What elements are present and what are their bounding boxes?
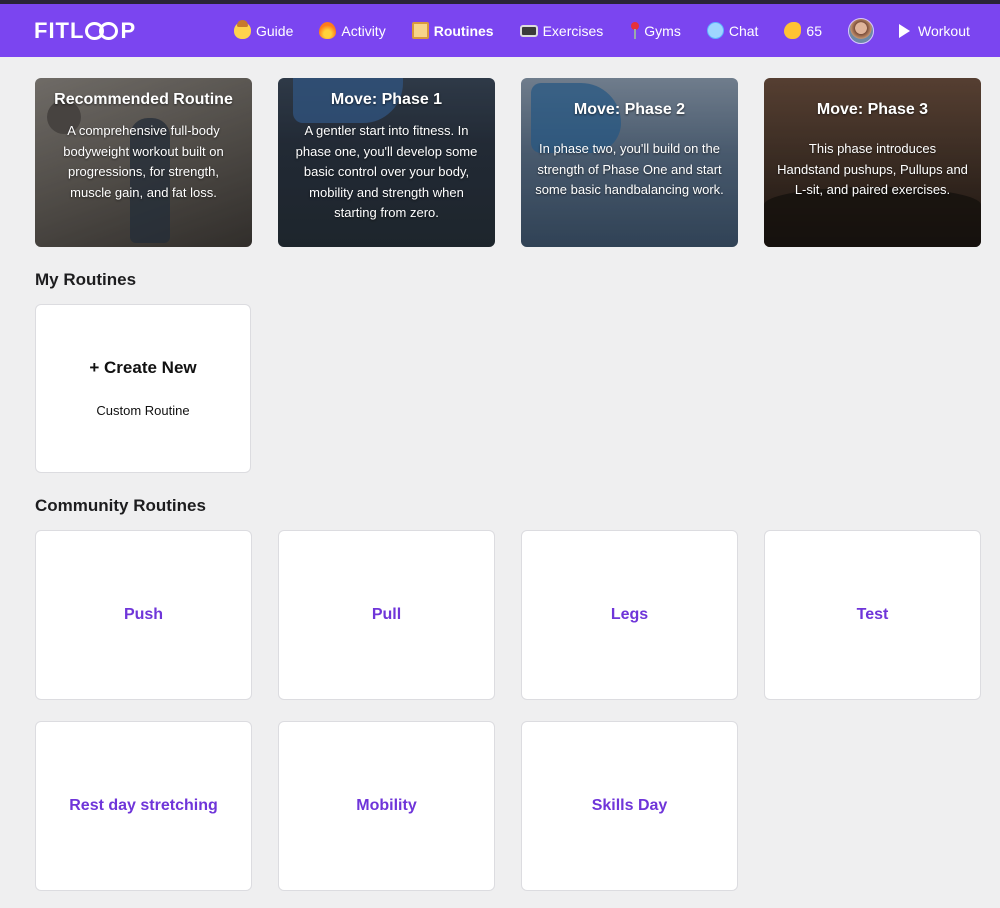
featured-card-desc: A comprehensive full-body bodyweight wor…	[63, 123, 224, 200]
nav-item-exercises[interactable]: Exercises	[519, 22, 604, 39]
scroll-icon	[411, 22, 429, 39]
nav-label-workout: Workout	[918, 22, 970, 39]
routine-name: Pull	[371, 606, 402, 623]
community-routines-heading: Community Routines	[35, 496, 206, 515]
routine-name: Push	[123, 606, 164, 623]
nav-item-chat[interactable]: Chat	[706, 22, 759, 39]
featured-card-title: Move: Phase 1	[330, 91, 443, 108]
my-routines-heading: My Routines	[35, 270, 137, 289]
nav-label-exercises: Exercises	[542, 22, 604, 39]
featured-card-desc: In phase two, you'll build on the streng…	[535, 141, 724, 197]
flexed-bicep-icon	[784, 22, 802, 39]
level-count: 65	[806, 22, 822, 39]
nav-item-level[interactable]: 65	[784, 22, 822, 39]
map-pin-icon	[629, 22, 640, 39]
video-icon	[519, 24, 538, 37]
nav-label-chat: Chat	[728, 22, 759, 39]
fire-icon	[319, 22, 337, 39]
nav-label-activity: Activity	[341, 22, 386, 39]
guide-emoji-icon	[234, 20, 251, 39]
nav-item-workout[interactable]: Workout	[899, 23, 970, 39]
create-new-label: + Create New	[89, 358, 197, 377]
nav-label-gyms: Gyms	[644, 22, 681, 39]
chat-bubble-icon	[706, 22, 724, 39]
routine-name: Mobility	[356, 797, 417, 814]
featured-card-phase-3[interactable]: Move: Phase 3 This phase introduces Hand…	[764, 78, 981, 247]
featured-card-title: Recommended Routine	[54, 91, 233, 108]
fitloop-logo[interactable]: FITL P	[34, 18, 136, 44]
top-navbar: FITL P Guide Activity Routines Exercises…	[0, 4, 1000, 57]
logo-text-left: FITL	[34, 18, 85, 43]
user-avatar[interactable]	[848, 17, 874, 44]
featured-card-desc: This phase introduces Handstand pushups,…	[777, 141, 968, 197]
routine-name: Skills Day	[591, 797, 668, 814]
featured-card-phase-2[interactable]: Move: Phase 2 In phase two, you'll build…	[521, 78, 738, 247]
featured-card-title: Move: Phase 2	[573, 101, 686, 118]
main-nav: Guide Activity Routines Exercises Gyms C…	[234, 4, 996, 57]
community-routine-card[interactable]: Test	[764, 530, 981, 700]
community-routine-card[interactable]: Pull	[278, 530, 495, 700]
featured-card-desc: A gentler start into fitness. In phase o…	[295, 123, 478, 220]
community-routine-card[interactable]: Rest day stretching	[35, 721, 252, 891]
community-routine-card[interactable]: Legs	[521, 530, 738, 700]
community-routine-card[interactable]: Skills Day	[521, 721, 738, 891]
featured-card-title: Move: Phase 3	[816, 101, 929, 118]
routine-name: Rest day stretching	[69, 797, 218, 814]
nav-label-guide: Guide	[256, 22, 294, 39]
logo-text-right: P	[120, 18, 137, 43]
community-routine-card[interactable]: Push	[35, 530, 252, 700]
community-routine-card[interactable]: Mobility	[278, 721, 495, 891]
nav-item-activity[interactable]: Activity	[319, 22, 386, 39]
create-new-sublabel: Custom Routine	[96, 403, 190, 418]
nav-item-gyms[interactable]: Gyms	[629, 22, 681, 39]
featured-card-phase-1[interactable]: Move: Phase 1 A gentler start into fitne…	[278, 78, 495, 247]
play-icon	[899, 23, 910, 38]
nav-label-routines: Routines	[433, 22, 494, 39]
routine-name: Legs	[610, 606, 649, 623]
create-new-routine-card[interactable]: + Create New Custom Routine	[35, 304, 251, 473]
nav-item-routines[interactable]: Routines	[411, 22, 494, 39]
featured-card-recommended[interactable]: Recommended Routine A comprehensive full…	[35, 78, 252, 247]
routine-name: Test	[856, 606, 889, 623]
logo-loop-icon	[85, 21, 119, 41]
nav-item-guide[interactable]: Guide	[234, 20, 294, 39]
